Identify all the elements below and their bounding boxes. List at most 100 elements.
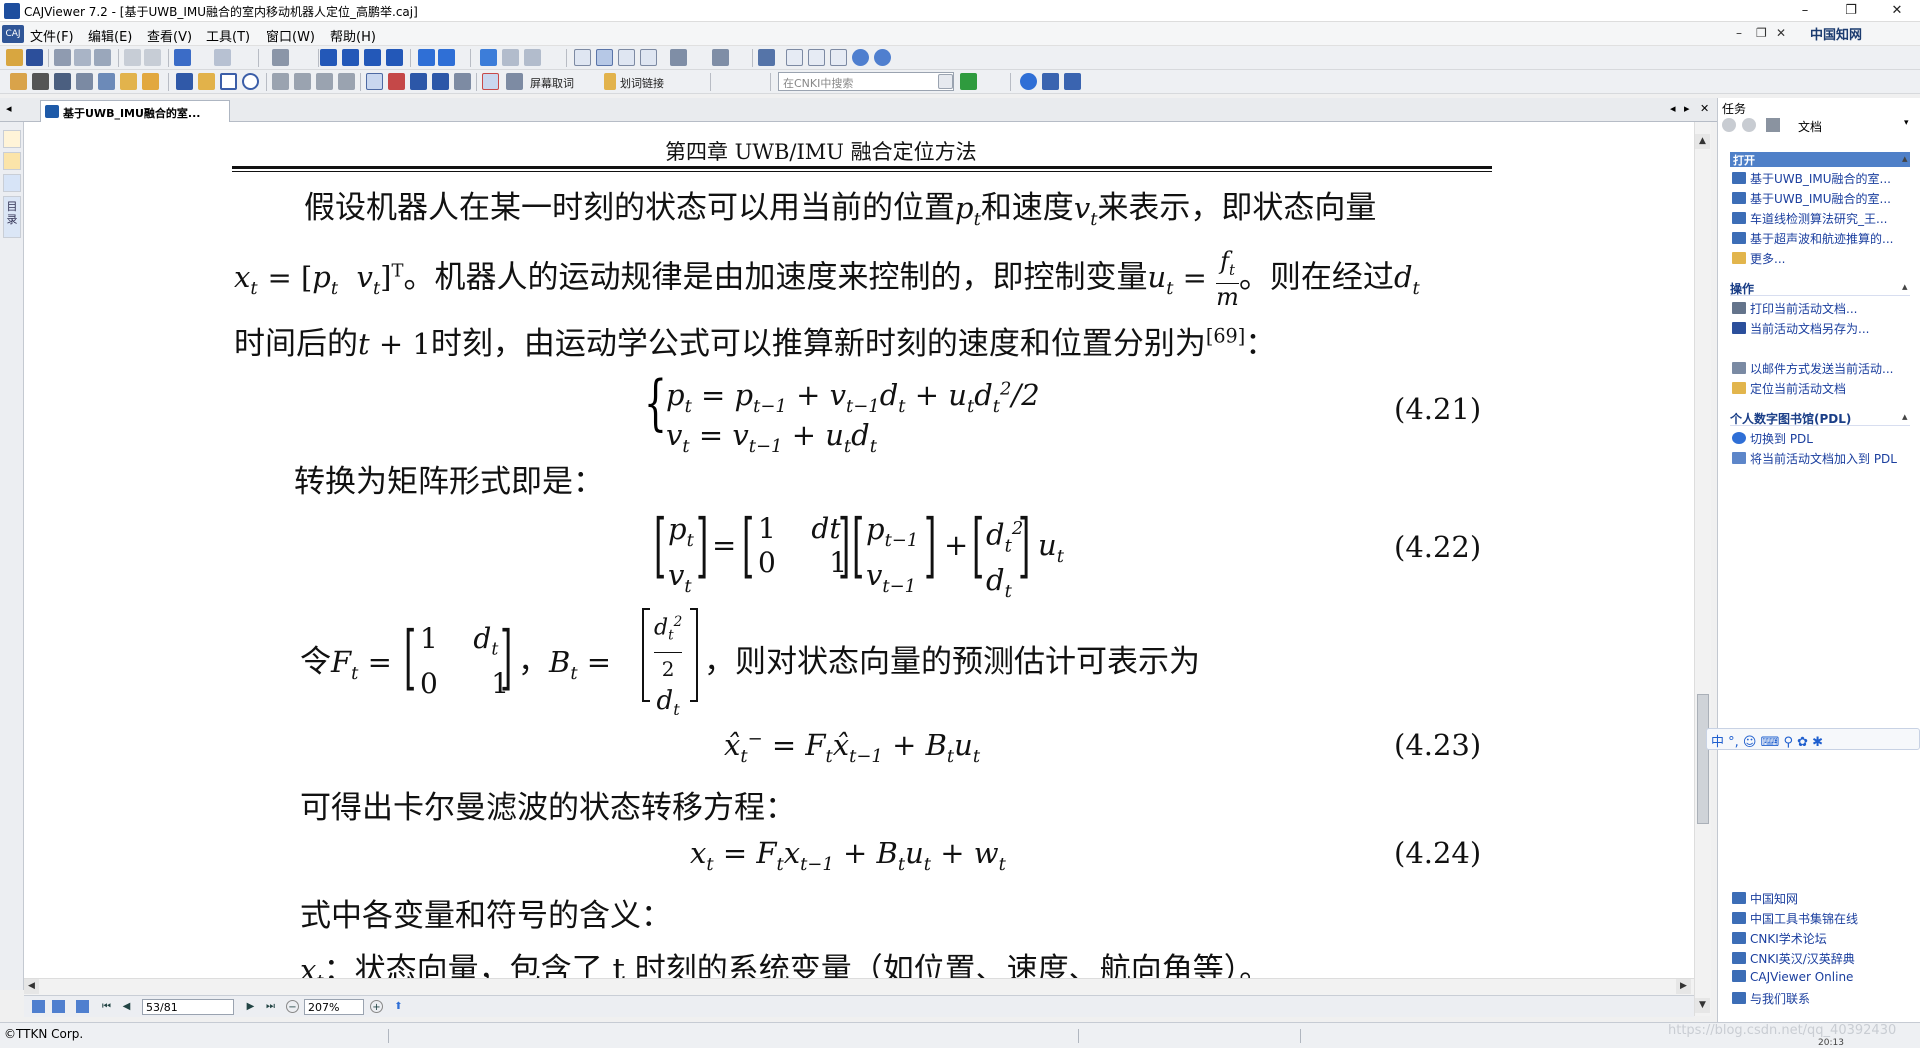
email-link[interactable]: 以邮件方式发送当前活动... [1732,360,1918,378]
sound-icon[interactable] [338,73,355,90]
menu-help[interactable]: 帮助(H) [330,26,376,45]
cajviewer-online-link[interactable]: CAJViewer Online [1732,970,1918,988]
reference-books-link[interactable]: 中国工具书集锦在线 [1732,910,1918,928]
single-page-icon[interactable] [574,49,591,66]
find-next-icon[interactable] [524,49,541,66]
copy-icon[interactable] [124,49,141,66]
recent-file-link[interactable]: 基于超声波和航迹推算的... [1732,230,1918,248]
print-icon[interactable] [54,49,71,66]
single-view-icon[interactable] [32,1000,45,1013]
redo-icon[interactable] [214,49,231,66]
document-page[interactable]: 第四章 UWB/IMU 融合定位方法 假设机器人在某一时刻的状态可以用当前的位置… [24,122,1694,978]
next-page-icon[interactable]: ▶ [244,1000,257,1013]
hand-icon[interactable] [10,73,27,90]
tab-scroll-right-icon[interactable]: ▸ [1684,102,1690,115]
pencil-icon[interactable] [176,73,193,90]
first-page-icon[interactable]: ⏮ [100,1000,113,1013]
page-number-input[interactable]: 53/81 [142,999,234,1015]
print-preview-icon[interactable] [74,49,91,66]
zoom-out-icon[interactable] [852,49,869,66]
citation[interactable]: [69] [1206,325,1245,348]
dictionary-link[interactable]: CNKI英汉/汉英辞典 [1732,950,1918,968]
scroll-left-icon[interactable]: ◀ [24,979,39,994]
continuous-view-icon[interactable] [52,1000,65,1013]
screen-word-icon[interactable] [482,73,499,90]
translate-icon[interactable] [506,73,523,90]
word-link-icon[interactable] [604,73,616,90]
tab-document[interactable]: 基于UWB_IMU融合的室... [40,100,230,122]
menu-edit[interactable]: 编辑(E) [88,26,132,45]
screen-word-label[interactable]: 屏幕取词 [530,75,574,91]
text-select-icon[interactable] [54,73,71,90]
find-icon[interactable] [480,49,497,66]
paste-icon[interactable] [144,49,161,66]
menu-tools[interactable]: 工具(T) [206,26,250,45]
fit-width-icon[interactable] [830,49,847,66]
back-icon[interactable] [418,49,435,66]
minimize-button[interactable]: – [1782,0,1828,22]
mdi-minimize-button[interactable]: – [1736,26,1742,40]
outline-panel-icon[interactable] [3,174,21,192]
section-open-title[interactable]: 打开 [1730,152,1910,167]
print-link[interactable]: 打印当前活动文档... [1732,300,1918,318]
ellipse-icon[interactable] [242,73,259,90]
scroll-thumb[interactable] [1697,694,1709,824]
actual-size-icon[interactable] [786,49,803,66]
forum-link[interactable]: CNKI学术论坛 [1732,930,1918,948]
collapse-icon[interactable]: ▴ [1902,152,1908,165]
notes-icon[interactable] [3,130,21,148]
collapse-icon[interactable]: ▴ [1902,410,1908,423]
undo-icon[interactable] [174,49,191,66]
up-icon[interactable]: ⬆ [392,1000,405,1013]
image-select-icon[interactable] [76,73,93,90]
next-page-icon[interactable] [364,49,381,66]
search-go-icon[interactable] [960,73,977,90]
zoom-out-icon[interactable]: − [286,1000,299,1013]
fit-page-icon[interactable] [808,49,825,66]
snapshot-icon[interactable] [120,73,137,90]
select-arrow-icon[interactable] [32,73,49,90]
email-icon[interactable] [94,49,111,66]
highlighter-icon[interactable] [198,73,215,90]
mdi-close-button[interactable]: ✕ [1776,26,1786,40]
scroll-up-icon[interactable]: ▲ [1695,134,1710,149]
prev-page-icon[interactable]: ◀ [120,1000,133,1013]
recent-file-link[interactable]: 基于UWB_IMU融合的室... [1732,170,1918,188]
facing-view-icon[interactable] [76,1000,89,1013]
info-icon[interactable] [1064,73,1081,90]
document-menu-icon[interactable]: CAJ [2,25,24,43]
forward-icon[interactable] [1742,118,1756,132]
close-button[interactable]: ✕ [1874,0,1920,22]
more-files-link[interactable]: 更多... [1732,250,1918,268]
fullscreen-icon[interactable] [758,49,775,66]
layout-icon[interactable] [712,49,729,66]
annotation-icon[interactable] [294,73,311,90]
continuous-page-icon[interactable] [596,49,613,66]
highlight-text-icon[interactable] [366,73,383,90]
vertical-scrollbar[interactable]: ▲ ▼ [1694,122,1711,1016]
tab-close-icon[interactable]: ✕ [1700,102,1709,115]
zoom-in-icon[interactable] [874,49,891,66]
switch-pdl-link[interactable]: 切换到 PDL [1732,430,1918,448]
last-page-icon[interactable] [386,49,403,66]
ocr-icon[interactable] [98,73,115,90]
tab-scroll-left-icon[interactable]: ◂ [6,102,12,115]
tab-scroll-left-icon[interactable]: ◂ [1670,102,1676,115]
ime-toolbar[interactable]: 中 °, ☺ ⌨ ⚲ ✿ ✱ [1706,728,1920,750]
menu-file[interactable]: 文件(F) [30,26,74,45]
eraser-icon[interactable] [272,73,289,90]
pen-annotation-icon[interactable] [3,152,21,170]
home-icon[interactable] [1766,118,1780,132]
stamp-icon[interactable] [142,73,159,90]
prev-page-icon[interactable] [342,49,359,66]
strikeout-icon[interactable] [410,73,427,90]
add-to-pdl-link[interactable]: 将当前活动文档加入到 PDL [1732,450,1918,468]
anchor-icon[interactable] [432,73,449,90]
rotate-icon[interactable] [670,49,687,66]
recent-file-link[interactable]: 车道线检测算法研究_王... [1732,210,1918,228]
last-page-icon[interactable]: ⏭ [264,1000,277,1013]
facing-page-icon[interactable] [618,49,635,66]
open-icon[interactable] [6,49,23,66]
first-page-icon[interactable] [320,49,337,66]
locate-document-link[interactable]: 定位当前活动文档 [1732,380,1918,398]
